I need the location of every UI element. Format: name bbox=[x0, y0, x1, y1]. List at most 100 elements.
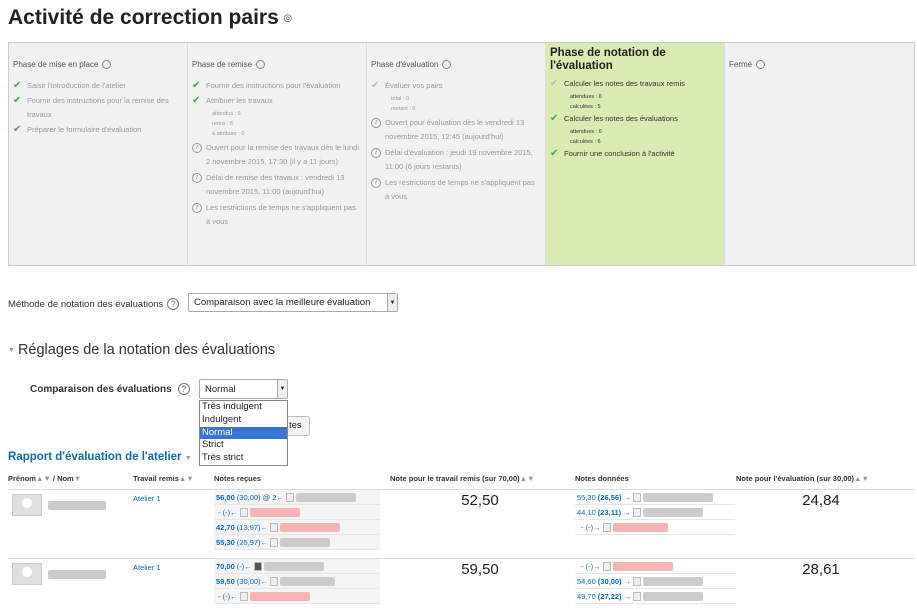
task-item[interactable]: Calculer les notes des évaluations bbox=[564, 112, 678, 126]
table-row: Atelier 1 56,00 (30,00) @ 2← - (-)← 42,70… bbox=[8, 489, 915, 558]
col-name[interactable]: Prénom▲▼ / Nom▼ bbox=[8, 474, 81, 488]
task-item[interactable]: Attribuer les travaux bbox=[206, 94, 273, 108]
help-icon[interactable]: ⊚ bbox=[283, 11, 293, 25]
compare-select[interactable]: Normal ▼ bbox=[199, 379, 288, 399]
participant-name[interactable] bbox=[48, 501, 106, 510]
avatar bbox=[286, 492, 294, 502]
task-item[interactable]: Saisir l'introduction de l'atelier bbox=[27, 79, 126, 93]
col-submission[interactable]: Travail remis▲▼ bbox=[133, 474, 194, 488]
lightbulb-icon[interactable] bbox=[442, 59, 452, 69]
settings-section-header[interactable]: ▼ Réglages de la notation des évaluations bbox=[8, 342, 275, 358]
received-grades: 56,00 (30,00) @ 2← - (-)← 42,70 (13,97)← 5… bbox=[214, 490, 380, 550]
grade-entry[interactable]: 44,10 (23,11) → bbox=[575, 505, 735, 520]
chevron-down-icon: ▼ bbox=[387, 294, 397, 311]
info-text: Ouvert pour évaluation dès le vendredi 1… bbox=[385, 118, 525, 141]
grade-entry[interactable]: 54,60 (30,00) → bbox=[575, 574, 735, 589]
check-icon: ✔ bbox=[192, 80, 201, 91]
settings-heading: Réglages de la notation des évaluations bbox=[17, 342, 276, 358]
option-strict[interactable]: Strict bbox=[200, 439, 287, 452]
grade-entry[interactable]: 49,70 (27,22) → bbox=[575, 589, 735, 604]
compare-row: Comparaison des évaluations ? bbox=[30, 383, 190, 395]
participant-name[interactable] bbox=[48, 570, 106, 579]
compare-options[interactable]: Très indulgent Indulgent Normal Strict T… bbox=[199, 400, 288, 466]
grade-entry[interactable]: 42,70 (13,97)← bbox=[214, 520, 380, 535]
submission-link[interactable]: Atelier 1 bbox=[133, 494, 161, 503]
info-text: Les restrictions de temps ne s'appliquen… bbox=[206, 203, 356, 226]
task-item[interactable]: Préparer le formulaire d'évaluation bbox=[27, 123, 141, 137]
phase-setup-title[interactable]: Phase de mise en place bbox=[13, 60, 98, 69]
compare-select-value: Normal bbox=[205, 383, 236, 395]
method-select-value: Comparaison avec la meilleure évaluation bbox=[194, 297, 371, 308]
avatar bbox=[253, 561, 262, 571]
submission-grade: 59,50 bbox=[461, 561, 499, 578]
method-row: Méthode de notation des évaluations ? bbox=[8, 298, 180, 310]
phase-grading-title: Phase de notation de l'évaluation bbox=[550, 47, 666, 72]
col-grade-eval[interactable]: Note pour l'évaluation (sur 30,00)▲▼ bbox=[736, 474, 869, 488]
phase-submission: Phase de remise ✔ Fournir des instruction… bbox=[188, 43, 367, 265]
check-icon: ✔ bbox=[371, 80, 380, 91]
help-icon[interactable]: ? bbox=[177, 383, 190, 395]
phase-submission-title[interactable]: Phase de remise bbox=[192, 60, 252, 69]
avatar bbox=[270, 522, 279, 532]
task-detail: attendues : 6 bbox=[570, 129, 602, 135]
task-detail: remis : 6 bbox=[212, 121, 234, 127]
grade-entry[interactable]: 70,00 (-)← bbox=[214, 559, 380, 574]
lightbulb-icon[interactable] bbox=[756, 59, 766, 69]
task-detail: calculées : 5 bbox=[570, 104, 601, 110]
avatar bbox=[270, 537, 279, 547]
grade-entry[interactable]: 59,50 (30,00)← bbox=[214, 574, 380, 589]
avatar[interactable] bbox=[12, 494, 42, 516]
task-detail: attendus : 6 bbox=[212, 111, 241, 117]
check-icon: ✔ bbox=[550, 148, 559, 159]
info-icon: i bbox=[371, 118, 381, 128]
phase-closed-title[interactable]: Fermé bbox=[729, 60, 752, 69]
grade-entry[interactable]: 55,30 (25,97)← bbox=[214, 535, 380, 550]
help-icon[interactable]: ? bbox=[167, 298, 180, 310]
grade-entry[interactable]: 55,30 (26,56) → bbox=[575, 490, 735, 505]
task-item[interactable]: Fournir des instructions pour la remise … bbox=[27, 94, 183, 122]
phase-assessment-title[interactable]: Phase d'évaluation bbox=[371, 60, 438, 69]
lightbulb-icon[interactable] bbox=[256, 59, 266, 69]
task-detail: restant : 0 bbox=[391, 106, 416, 112]
received-grades: 70,00 (-)← 59,50 (30,00)← - (-)← bbox=[214, 559, 380, 604]
info-icon: i bbox=[192, 173, 202, 183]
task-item[interactable]: Évaluer vos pairs bbox=[385, 79, 443, 93]
option-tres-indulgent[interactable]: Très indulgent bbox=[200, 401, 287, 414]
grade-entry[interactable]: - (-)← bbox=[214, 505, 380, 520]
submission-link[interactable]: Atelier 1 bbox=[133, 563, 161, 572]
method-select[interactable]: Comparaison avec la meilleure évaluation… bbox=[188, 293, 398, 312]
phase-closed: Fermé bbox=[725, 43, 914, 265]
option-indulgent[interactable]: Indulgent bbox=[200, 414, 287, 427]
option-normal[interactable]: Normal bbox=[200, 426, 287, 440]
info-icon: i bbox=[371, 178, 381, 188]
given-grades: - (-)→ 54,60 (30,00) → 49,70 (27,22) → bbox=[575, 559, 735, 604]
lightbulb-icon[interactable] bbox=[102, 59, 112, 69]
submission-grade: 52,50 bbox=[461, 492, 499, 509]
avatar bbox=[239, 591, 248, 601]
task-detail: calculées : 6 bbox=[570, 139, 601, 145]
page-title: Activité de correction pairs ⊚ bbox=[8, 6, 293, 29]
collapse-icon: ▼ bbox=[8, 346, 15, 354]
phase-setup: Phase de mise en place ✔ Saisir l'introdu… bbox=[9, 43, 188, 265]
grade-entry[interactable]: 56,00 (30,00) @ 2← bbox=[214, 490, 380, 505]
grade-entry[interactable]: - (-)→ bbox=[575, 520, 735, 535]
chevron-down-icon: ▼ bbox=[277, 380, 287, 398]
compare-label: Comparaison des évaluations bbox=[30, 383, 172, 395]
task-item[interactable]: Calculer les notes des travaux remis bbox=[564, 77, 685, 91]
method-label: Méthode de notation des évaluations bbox=[8, 298, 164, 310]
info-text: Les restrictions de temps ne s'appliquen… bbox=[385, 178, 535, 201]
check-icon: ✔ bbox=[550, 113, 559, 124]
grade-entry[interactable]: - (-)→ bbox=[575, 559, 735, 574]
grading-report-table: Prénom▲▼ / Nom▼ Travail remis▲▼ Notes re… bbox=[8, 474, 915, 614]
report-heading: Rapport d'évaluation de l'atelier bbox=[8, 451, 182, 463]
task-item[interactable]: Fournir des instructions pour l'évaluati… bbox=[206, 79, 340, 93]
grade-entry[interactable]: - (-)← bbox=[214, 589, 380, 604]
task-detail: total : 0 bbox=[391, 96, 410, 102]
evaluation-grade: 24,84 bbox=[802, 492, 840, 509]
check-icon: ✔ bbox=[192, 95, 201, 106]
report-header[interactable]: Rapport d'évaluation de l'atelier ▼ bbox=[8, 451, 192, 463]
avatar[interactable] bbox=[12, 563, 42, 585]
task-item[interactable]: Fournir une conclusion à l'activité bbox=[564, 147, 675, 161]
col-grade-submission[interactable]: Note pour le travail remis (sur 70,00)▲▼ bbox=[390, 474, 535, 488]
option-tres-strict[interactable]: Très strict bbox=[200, 452, 287, 465]
